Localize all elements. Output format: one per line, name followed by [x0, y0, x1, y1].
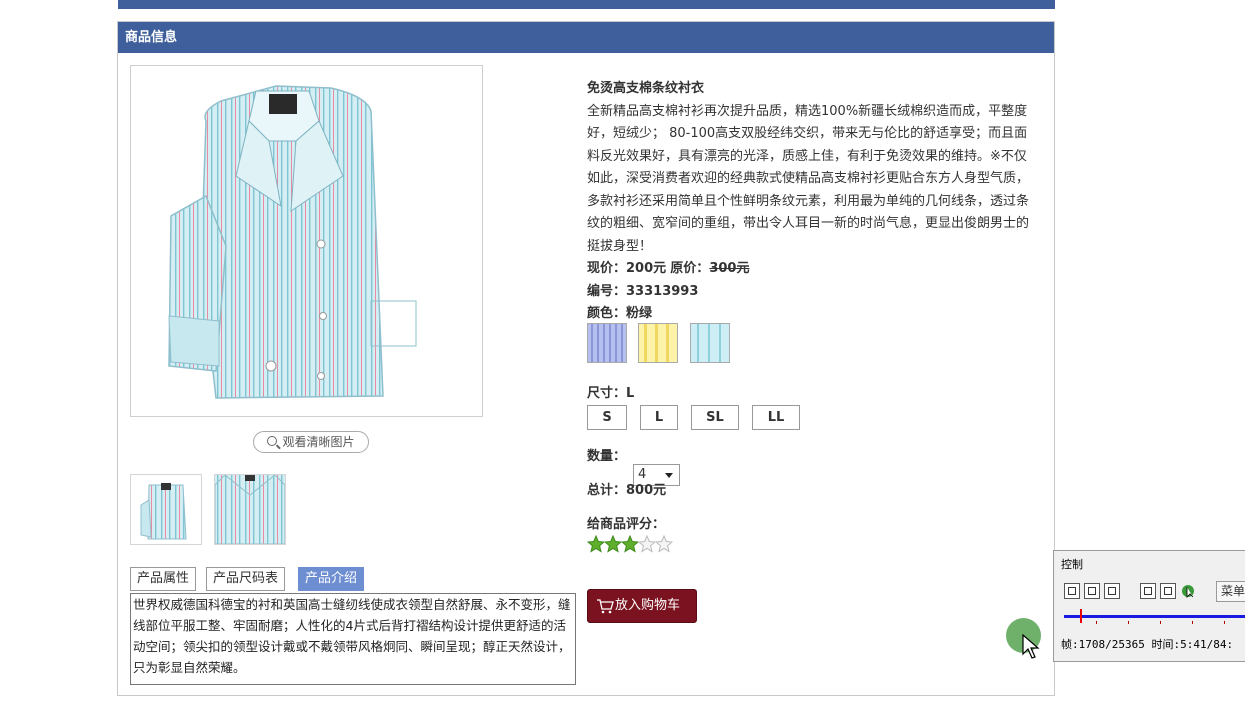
thumbnail-2[interactable] [214, 474, 286, 545]
total-value: 800元 [626, 483, 667, 498]
timeline-tick [1128, 621, 1129, 624]
timeline-playhead[interactable] [1080, 609, 1082, 623]
shirt-folded-thumbnail-icon [131, 475, 201, 544]
size-option-s[interactable]: S [587, 405, 627, 430]
timeline-tick [1160, 621, 1161, 624]
thumbnail-1[interactable] [130, 474, 202, 545]
menu-button[interactable]: 菜单 [1216, 581, 1245, 602]
fit-window-button[interactable] [1140, 583, 1156, 599]
tab-content: 世界权威德国科德宝的衬和英国高士缝纫线使成衣领型自然舒展、永不变形，缝线部位平服… [130, 593, 576, 685]
rating-label: 给商品评分： [587, 517, 666, 532]
control-window-title: 控制 [1061, 558, 1083, 571]
frame-time-status: 帧:1708/25365 时间:5:41/84: [1061, 638, 1234, 651]
size-option-ll[interactable]: LL [752, 405, 800, 430]
step-forward-button[interactable] [1104, 583, 1120, 599]
star-filled-icon[interactable] [603, 534, 623, 553]
size-value: L [626, 386, 635, 401]
rating-stars [586, 534, 674, 557]
pointer-icon [1182, 585, 1194, 598]
sku-row: 编号：33313993 [587, 283, 699, 299]
star-filled-icon[interactable] [620, 534, 640, 553]
size-row: 尺寸：L [587, 386, 635, 401]
fullscreen-button[interactable] [1160, 583, 1176, 599]
product-info-panel: 商品信息 观看清晰图片 产品属性 产品尺码表 产品介绍 世界权威德国科德宝的衬和… [117, 21, 1055, 696]
tab-size-chart[interactable]: 产品尺码表 [206, 567, 286, 591]
star-empty-icon[interactable] [654, 534, 674, 553]
pause-button[interactable] [1064, 583, 1080, 599]
star-filled-icon[interactable] [586, 534, 606, 553]
playback-control-window: 控制 菜单 帧:1708/25365 时间:5:41/84: [1053, 550, 1245, 662]
product-description: 全新精品高支棉衬衫再次提升品质，精选100%新疆长绒棉织造而成，平整度好，短绒少… [587, 103, 1030, 254]
magnifier-icon [267, 436, 278, 446]
shopping-cart-icon [597, 599, 614, 614]
view-clear-image-button[interactable]: 观看清晰图片 [253, 431, 369, 453]
tab-product-attributes[interactable]: 产品属性 [130, 567, 197, 591]
pointer-button[interactable] [1180, 583, 1196, 599]
step-glyph [1108, 587, 1116, 595]
playback-timeline[interactable] [1064, 615, 1245, 618]
main-product-image[interactable] [130, 65, 483, 417]
swatch-lightblue-pattern [691, 324, 729, 362]
shirt-fabric-thumbnail-icon [215, 475, 285, 544]
add-to-cart-button[interactable]: 放入购物车 [587, 589, 697, 623]
swatch-yellow-pattern [639, 324, 677, 362]
price-row: 现价：200元 原价：300元 [587, 261, 750, 276]
color-swatch-yellow[interactable] [638, 323, 678, 363]
tab-product-introduction[interactable]: 产品介绍 [298, 567, 365, 591]
quantity-label: 数量： [587, 449, 627, 464]
top-navigation-bar [118, 0, 1055, 9]
panel-title: 商品信息 [118, 22, 1054, 53]
sku-value: 33313993 [626, 283, 699, 299]
color-swatch-lightblue[interactable] [690, 323, 730, 363]
mouse-cursor-icon [1022, 634, 1040, 659]
fit-glyph [1144, 587, 1152, 595]
chevron-down-icon [665, 473, 673, 478]
size-option-sl[interactable]: SL [691, 405, 739, 430]
shirt-illustration [168, 85, 417, 399]
color-swatch-blue[interactable] [587, 323, 627, 363]
timeline-tick [1192, 621, 1193, 624]
product-details: 免烫高支棉条纹衬衣 全新精品高支棉衬衫再次提升品质，精选100%新疆长绒棉织造而… [587, 78, 1035, 326]
size-option-l[interactable]: L [640, 405, 678, 430]
color-value: 粉绿 [626, 306, 653, 321]
total-row: 总计：800元 [587, 483, 667, 498]
swatch-blue-pattern [588, 324, 626, 362]
timeline-tick [1096, 621, 1097, 624]
original-price: 300元 [709, 261, 750, 276]
pause-glyph [1068, 587, 1076, 595]
fullscreen-glyph [1164, 587, 1172, 595]
stop-glyph [1088, 587, 1096, 595]
current-price: 200元 [626, 261, 667, 276]
star-empty-icon[interactable] [637, 534, 657, 553]
product-name: 免烫高支棉条纹衬衣 [587, 81, 705, 96]
timeline-tick [1224, 621, 1225, 624]
stop-button[interactable] [1084, 583, 1100, 599]
